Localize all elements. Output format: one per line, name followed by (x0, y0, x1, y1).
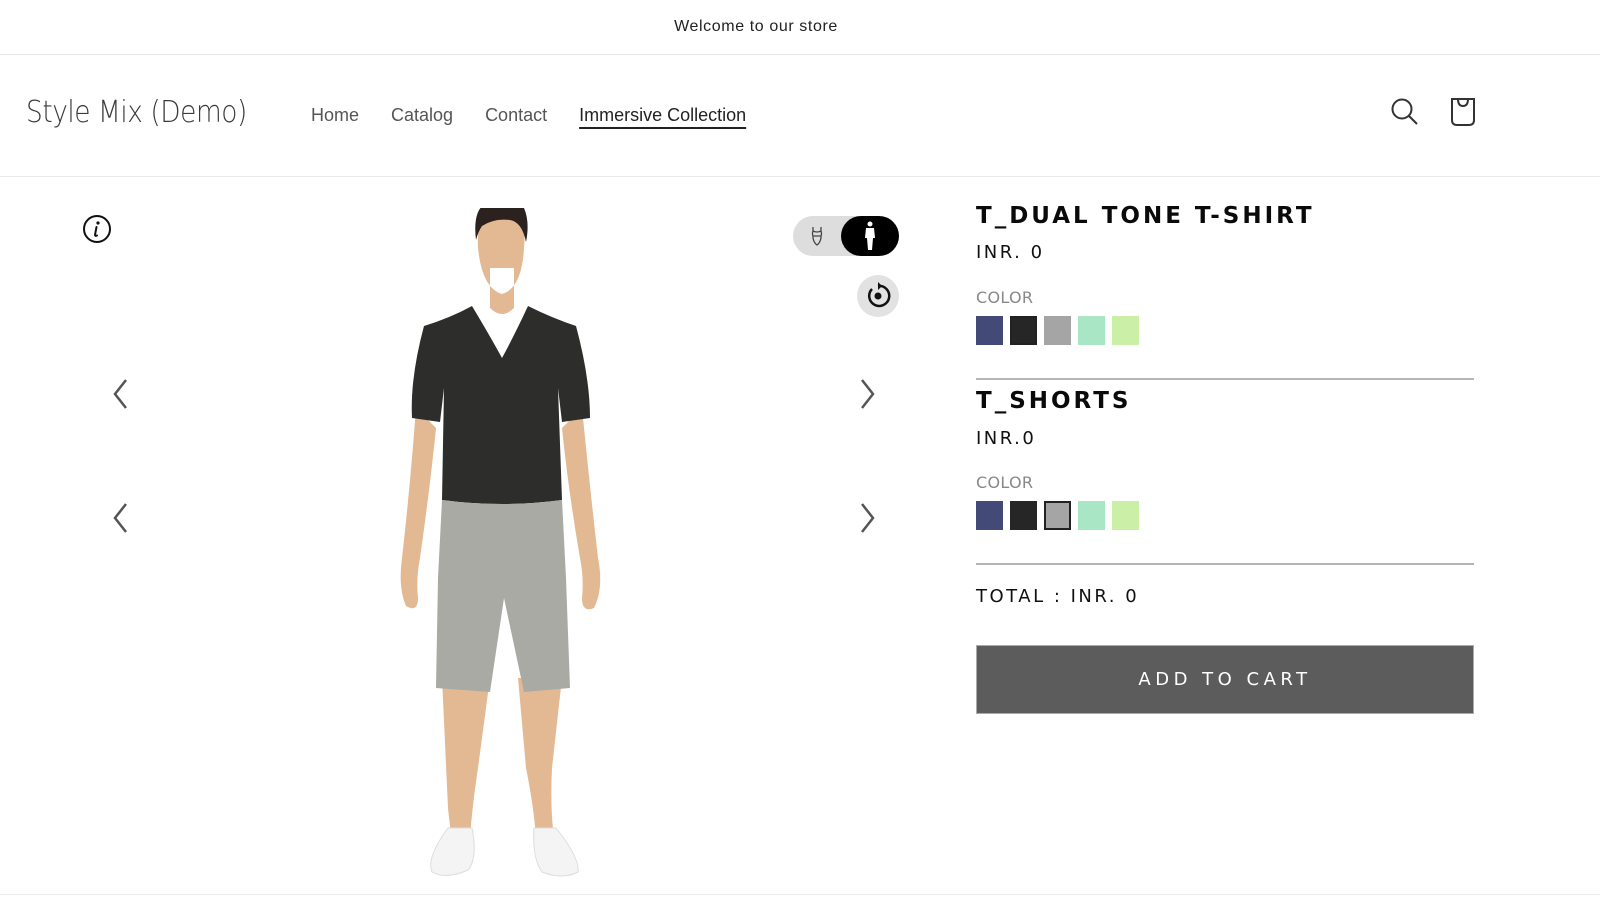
announcement-bar: Welcome to our store (0, 0, 1600, 55)
color-swatch[interactable] (1078, 316, 1105, 345)
store-logo[interactable]: Style Mix (Demo) (26, 95, 247, 130)
rotate-reset-icon (867, 282, 891, 308)
avatar-tshirt (411, 306, 590, 504)
product-title: T_DUAL TONE T-SHIRT (976, 203, 1315, 229)
footer-divider (0, 894, 1600, 895)
color-swatch[interactable] (1044, 316, 1071, 345)
announcement-text: Welcome to our store (674, 18, 838, 35)
color-swatch[interactable] (976, 501, 1003, 530)
nav-home[interactable]: Home (311, 105, 359, 126)
color-swatch[interactable] (1078, 501, 1105, 530)
color-label: COLOR (976, 288, 1034, 307)
full-body-icon (865, 221, 875, 250)
avatar-legs (442, 678, 562, 838)
chevron-right-icon (861, 379, 875, 409)
search-button[interactable] (1388, 95, 1422, 129)
nav-immersive-collection[interactable]: Immersive Collection (579, 105, 746, 126)
chevron-left-icon (113, 379, 127, 409)
search-icon (1391, 98, 1418, 125)
product-price: INR. 0 (976, 242, 1045, 263)
nav-contact[interactable]: Contact (485, 105, 547, 126)
cart-icon (1451, 98, 1475, 126)
divider (976, 563, 1474, 565)
shirt-prev-button[interactable] (106, 374, 136, 414)
color-swatch[interactable] (1010, 501, 1037, 530)
shirt-color-swatches (976, 316, 1139, 345)
body-view-option[interactable] (805, 224, 829, 248)
info-button[interactable] (82, 214, 112, 244)
divider (976, 378, 1474, 380)
nav-catalog[interactable]: Catalog (391, 105, 453, 126)
reset-rotation-button[interactable] (857, 275, 899, 317)
color-swatch[interactable] (976, 316, 1003, 345)
body-icon (811, 227, 823, 246)
shorts-next-button[interactable] (852, 498, 882, 538)
site-header: Style Mix (Demo) Home Catalog Contact Im… (0, 55, 1600, 177)
main-nav: Home Catalog Contact Immersive Collectio… (311, 105, 778, 126)
full-body-view-option[interactable] (841, 216, 899, 256)
shirt-next-button[interactable] (852, 374, 882, 414)
chevron-left-icon (113, 503, 127, 533)
avatar-shoes (430, 827, 579, 877)
total-price: TOTAL : INR. 0 (976, 586, 1140, 607)
add-to-cart-button[interactable]: ADD TO CART (976, 645, 1474, 714)
color-swatch[interactable] (1010, 316, 1037, 345)
info-icon (83, 215, 111, 243)
chevron-right-icon (861, 503, 875, 533)
product-price: INR.0 (976, 428, 1037, 449)
color-swatch[interactable] (1112, 501, 1139, 530)
3d-avatar-model[interactable] (390, 208, 630, 878)
cart-button[interactable] (1446, 95, 1480, 129)
view-mode-toggle[interactable] (793, 216, 899, 256)
product-title: T_SHORTS (976, 388, 1132, 414)
shorts-color-swatches (976, 501, 1139, 530)
color-swatch[interactable] (1044, 501, 1071, 530)
avatar-shorts (436, 500, 570, 692)
color-swatch[interactable] (1112, 316, 1139, 345)
shorts-prev-button[interactable] (106, 498, 136, 538)
3d-viewer[interactable] (0, 178, 930, 900)
color-label: COLOR (976, 473, 1034, 492)
